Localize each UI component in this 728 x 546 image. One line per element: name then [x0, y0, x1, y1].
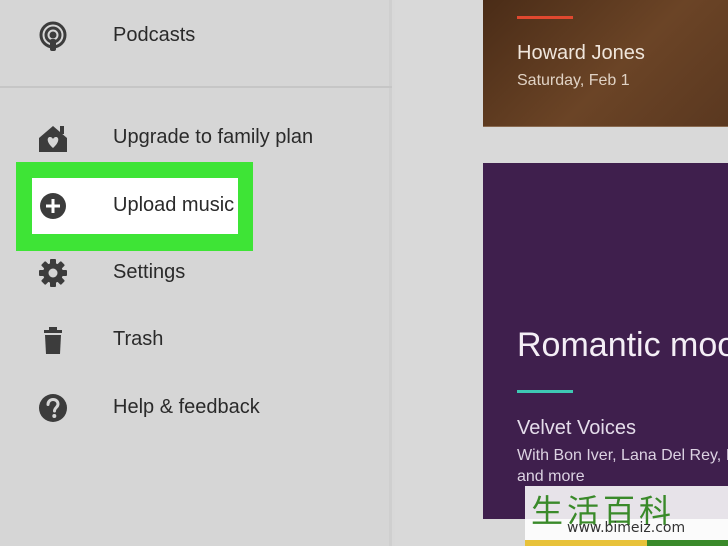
- sidebar-item-trash[interactable]: Trash: [0, 312, 392, 368]
- card-heading: Romantic moo: [517, 326, 728, 364]
- sidebar-item-help[interactable]: Help & feedback: [0, 380, 392, 436]
- watermark-stripe: [525, 540, 728, 546]
- playlist-title: Velvet Voices: [517, 417, 636, 439]
- sidebar-item-label: Upgrade to family plan: [113, 126, 314, 148]
- help-icon: [36, 392, 70, 426]
- card-title: Howard Jones: [517, 42, 645, 64]
- sidebar-item-label: Podcasts: [113, 24, 196, 46]
- playlist-description: With Bon Iver, Lana Del Rey, I and more: [517, 447, 728, 485]
- event-card[interactable]: Howard Jones Saturday, Feb 1: [483, 0, 728, 127]
- family-home-icon: [36, 122, 70, 156]
- sidebar-item-label: Trash: [113, 328, 164, 350]
- sidebar-item-family-plan[interactable]: Upgrade to family plan: [0, 110, 392, 166]
- card-subtitle: Saturday, Feb 1: [517, 72, 630, 89]
- add-circle-icon: [36, 190, 70, 224]
- playlist-card[interactable]: Romantic moo Velvet Voices With Bon Iver…: [483, 163, 728, 519]
- sidebar-divider: [0, 86, 392, 88]
- sidebar-item-label: Help & feedback: [113, 396, 260, 418]
- sidebar-item-podcasts[interactable]: Podcasts: [0, 8, 392, 64]
- card-accent: [517, 16, 573, 19]
- gear-icon: [36, 257, 70, 291]
- watermark: 生活百科 www.bimeiz.com: [525, 486, 728, 546]
- card-accent: [517, 390, 573, 393]
- sidebar-item-settings[interactable]: Settings: [0, 245, 392, 301]
- sidebar-item-label: Upload music: [113, 194, 235, 216]
- podcast-icon: [36, 20, 70, 54]
- watermark-url: www.bimeiz.com: [567, 520, 686, 536]
- sidebar-item-label: Settings: [113, 261, 186, 283]
- sidebar-item-upload-music[interactable]: Upload music: [0, 178, 392, 234]
- trash-icon: [36, 324, 70, 358]
